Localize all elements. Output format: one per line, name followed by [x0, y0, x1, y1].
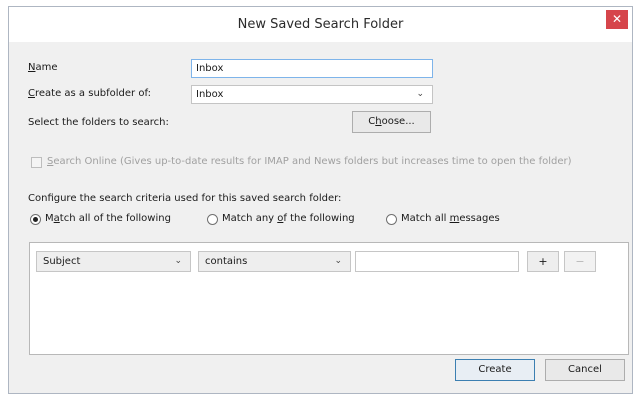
close-icon[interactable]: ✕ [606, 10, 628, 29]
criteria-list: Subject ⌄ contains ⌄ + − [29, 242, 629, 355]
subfolder-select[interactable]: Inbox ⌄ [191, 85, 433, 104]
choose-button[interactable]: Choose... [352, 111, 431, 133]
add-criteria-button[interactable]: + [527, 251, 559, 272]
create-button[interactable]: Create [455, 359, 535, 381]
subfolder-label: Create as a subfolder of: [28, 88, 151, 99]
criteria-operator-select[interactable]: contains ⌄ [198, 251, 351, 272]
chevron-down-icon: ⌄ [174, 256, 182, 266]
criteria-heading: Configure the search criteria used for t… [28, 193, 342, 204]
match-all-messages-label: Match all messages [401, 213, 500, 224]
criteria-value-input[interactable] [355, 251, 519, 272]
match-all-radio[interactable] [30, 214, 41, 225]
chevron-down-icon: ⌄ [416, 89, 424, 99]
match-all-label: Match all of the following [45, 213, 171, 224]
title-bar: New Saved Search Folder ✕ [9, 7, 632, 42]
new-saved-search-folder-dialog: New Saved Search Folder ✕ Name Inbox Cre… [8, 6, 633, 394]
remove-criteria-button[interactable]: − [564, 251, 596, 272]
name-input[interactable]: Inbox [191, 59, 433, 78]
name-label: Name [28, 62, 58, 73]
search-online-label: Search Online (Gives up-to-date results … [47, 156, 572, 167]
search-online-checkbox[interactable] [31, 157, 42, 168]
criteria-field-select[interactable]: Subject ⌄ [36, 251, 191, 272]
match-all-messages-radio[interactable] [386, 214, 397, 225]
match-any-label: Match any of the following [222, 213, 355, 224]
select-folders-label: Select the folders to search: [28, 117, 169, 128]
dialog-title: New Saved Search Folder [237, 17, 404, 32]
chevron-down-icon: ⌄ [334, 256, 342, 266]
match-any-radio[interactable] [207, 214, 218, 225]
cancel-button[interactable]: Cancel [545, 359, 625, 381]
